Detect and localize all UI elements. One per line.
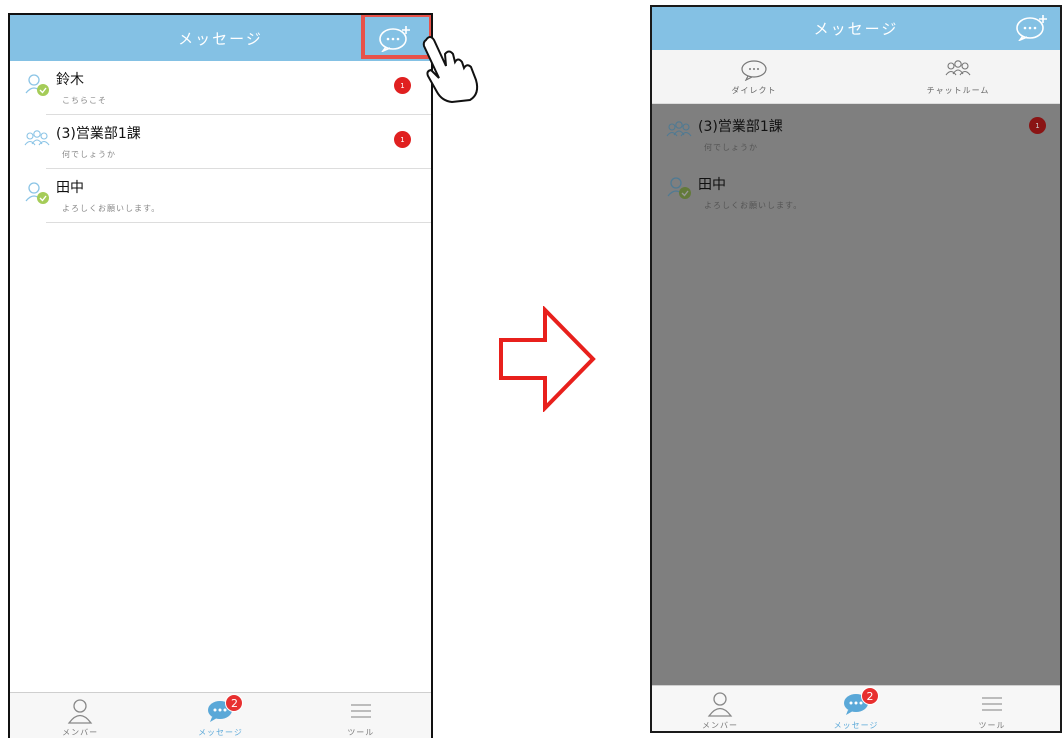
conversation-preview: よろしくお願いします。 (62, 204, 161, 213)
person-online-icon (25, 74, 49, 96)
tab-label: メンバー (62, 728, 99, 737)
tab-badge: 2 (225, 694, 244, 712)
pointing-hand-icon (422, 36, 479, 104)
tab-tools[interactable]: ツール (924, 686, 1060, 731)
header-bar: メッセージ (652, 7, 1060, 50)
new-chat-icon (1016, 15, 1047, 41)
unread-badge: 1 (394, 77, 411, 94)
conversation-preview: こちらこそ (62, 96, 107, 105)
menu-item-label: チャットルーム (926, 86, 990, 95)
menu-item-chatroom[interactable]: チャットルーム (856, 50, 1060, 103)
bottom-tab-bar: メンバー 2 メッセージ ツール (10, 692, 431, 738)
conversation-preview: 何でしょうか (62, 150, 116, 159)
page-title: メッセージ (178, 29, 263, 48)
conversation-name: (3)営業部1課 (56, 126, 141, 142)
tab-label: メッセージ (833, 721, 879, 730)
unread-badge: 1 (1029, 117, 1046, 134)
conversation-list: (3)営業部1課 何でしょうか 1 田中 よろしくお願いします。 (652, 104, 1060, 220)
menu-item-label: ダイレクト (731, 86, 777, 95)
person-online-icon (667, 177, 691, 199)
bottom-tab-bar: メンバー 2 メッセージ ツール (652, 685, 1060, 731)
tab-label: メンバー (702, 721, 738, 730)
hamburger-menu-icon (982, 697, 1002, 711)
conversation-name: 田中 (698, 177, 726, 193)
tab-label: ツール (347, 728, 375, 737)
page-title: メッセージ (813, 20, 899, 38)
tab-messages[interactable]: 2 メッセージ (788, 686, 924, 731)
tab-label: ツール (978, 721, 1006, 730)
tab-members[interactable]: メンバー (652, 686, 788, 731)
right-phone-screen: メッセージ ダイレクト チャットルーム (3)営業部1課 何でしょうか 1 田中… (650, 5, 1062, 733)
group-icon (666, 121, 692, 137)
list-item[interactable]: 鈴木 こちらこそ 1 (10, 61, 431, 115)
new-chat-button[interactable] (1010, 10, 1054, 44)
tab-badge: 2 (861, 687, 879, 705)
tab-tools[interactable]: ツール (291, 693, 431, 738)
divider (46, 222, 431, 223)
tutorial-stage: メッセージ 鈴木 こちらこそ 1 (3)営業部1課 何でしょうか 1 田中 よろ… (0, 0, 1062, 738)
unread-badge: 1 (394, 131, 411, 148)
list-item[interactable]: (3)営業部1課 何でしょうか 1 (10, 115, 431, 169)
conversation-preview: 何でしょうか (704, 143, 758, 152)
conversation-name: 鈴木 (56, 72, 84, 88)
conversation-name: 田中 (56, 180, 84, 196)
person-icon (707, 692, 733, 717)
tab-messages[interactable]: 2 メッセージ (150, 693, 290, 738)
list-item: (3)営業部1課 何でしょうか 1 (652, 104, 1060, 162)
list-item[interactable]: 田中 よろしくお願いします。 (10, 169, 431, 223)
group-icon (24, 130, 50, 146)
menu-item-direct[interactable]: ダイレクト (652, 50, 856, 103)
group-icon (945, 60, 971, 76)
conversation-list: 鈴木 こちらこそ 1 (3)営業部1課 何でしょうか 1 田中 よろしくお願いし… (10, 61, 431, 223)
conversation-name: (3)営業部1課 (698, 119, 783, 135)
tab-members[interactable]: メンバー (10, 693, 150, 738)
arrow-right-icon (499, 306, 596, 412)
person-online-icon (25, 182, 49, 204)
speech-bubble-icon (741, 60, 767, 81)
tab-label: メッセージ (198, 728, 243, 737)
person-icon (67, 699, 93, 724)
list-item: 田中 よろしくお願いします。 (652, 162, 1060, 220)
left-phone-screen: メッセージ 鈴木 こちらこそ 1 (3)営業部1課 何でしょうか 1 田中 よろ… (8, 13, 433, 738)
hamburger-menu-icon (350, 704, 371, 718)
new-chat-menu: ダイレクト チャットルーム (652, 50, 1060, 104)
header-bar: メッセージ (10, 15, 431, 61)
conversation-preview: よろしくお願いします。 (704, 201, 803, 210)
